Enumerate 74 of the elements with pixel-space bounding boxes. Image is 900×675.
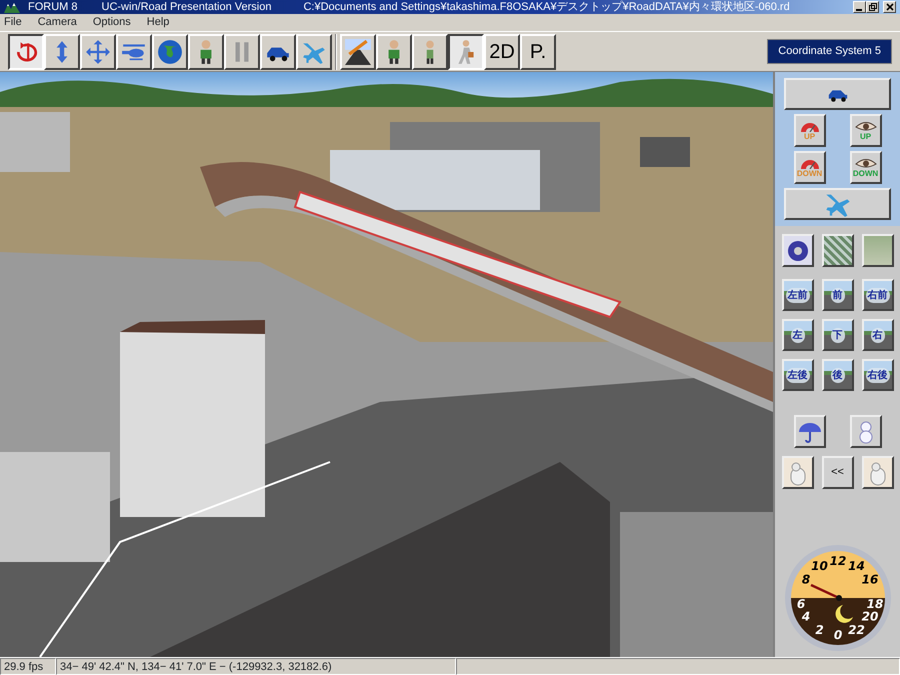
collapse-button[interactable]: << [822,456,854,489]
camera-view-button[interactable]: 左 [782,319,814,351]
eye-icon [854,158,876,168]
walking-person-button[interactable] [448,34,484,70]
speedometer-icon [800,120,820,132]
moon-icon [835,605,852,623]
terrain-button[interactable] [862,234,894,267]
eye-icon [854,120,876,132]
clock-hand [810,584,842,601]
clock-hour-label: 14 [848,559,864,573]
position-readout: 34− 49' 42.4" N, 134− 41' 7.0" E − (-129932.3, 32182.6) [56,658,456,675]
camera-view-button[interactable]: 下 [822,319,854,351]
globe-icon [157,38,183,64]
clock-hour-label: 18 [866,597,883,611]
restore-icon [868,3,876,11]
road-view-icon [345,38,371,64]
mouse-icon [788,460,806,486]
speedometer-icon [800,158,820,168]
app-logo-icon [4,2,20,12]
camera-view-button[interactable]: 左後 [782,359,814,391]
toolbar-button[interactable]: 2D [484,34,520,70]
camera-view-button[interactable]: 後 [822,359,854,391]
person-button[interactable] [376,34,412,70]
menu-item[interactable]: Help [146,14,170,31]
menu-item[interactable]: Camera [38,14,77,31]
coordinate-system-label: Coordinate System 5 [767,39,892,64]
app-name: FORUM 8 [28,0,78,14]
road-view-button[interactable] [340,34,376,70]
camera-view-button[interactable]: 右前 [862,279,894,311]
camera-view-button[interactable]: 前 [822,279,854,311]
up-down-arrow-button[interactable] [44,34,80,70]
clock-hour-label: 10 [810,559,828,573]
clock-hour-label: 2 [814,623,824,637]
file-path: C:¥Documents and Settings¥takashima.F8OSAKA¥デスクトップ¥RoadDATA¥内々環状地区-060.rd [303,0,790,14]
steering-wheel-button[interactable] [782,234,814,267]
clock-hour-label: 22 [848,623,864,637]
person-button[interactable] [188,34,224,70]
rain-button[interactable] [794,415,826,448]
clock-hour-label: 20 [861,610,878,624]
mouse-button[interactable] [782,456,814,489]
close-button[interactable] [883,1,896,13]
clock-hour-label: 8 [801,572,810,586]
clock-hour-label: 0 [833,628,842,642]
clock-hour-label: 16 [861,572,878,586]
minimize-button[interactable] [853,1,866,13]
close-icon [886,3,894,11]
person-button[interactable] [412,34,448,70]
mouse-button[interactable] [862,456,894,489]
clock-hour-label: 4 [801,610,810,624]
clock-hour-label: 6 [796,597,805,611]
clock-hour-label: 12 [829,554,846,568]
camera-view-button[interactable]: 右 [862,319,894,351]
texture-button[interactable] [822,234,854,267]
restore-button[interactable] [866,1,879,13]
fps-readout: 29.9 fps [0,658,56,675]
camera-view-button[interactable]: 左前 [782,279,814,311]
car-button[interactable] [260,34,296,70]
globe-button[interactable] [152,34,188,70]
snow-button[interactable] [850,415,882,448]
menu-item[interactable]: File [4,14,22,31]
window-title: UC-win/Road Presentation Version [102,0,272,14]
toolbar-button[interactable]: P. [520,34,556,70]
four-way-arrows-icon [85,38,111,64]
steering-wheel-icon [786,238,810,262]
camera-view-button[interactable]: 右後 [862,359,894,391]
airplane-button[interactable] [296,34,332,70]
four-way-arrows-button[interactable] [80,34,116,70]
helicopter-button[interactable] [116,34,152,70]
menu-item[interactable]: Options [92,14,131,31]
pause-button[interactable] [224,34,260,70]
car-view-button[interactable] [784,78,891,110]
mouse-icon [868,460,886,486]
airplane-view-button[interactable] [784,188,891,220]
rotate-arrows-button[interactable] [8,34,44,70]
